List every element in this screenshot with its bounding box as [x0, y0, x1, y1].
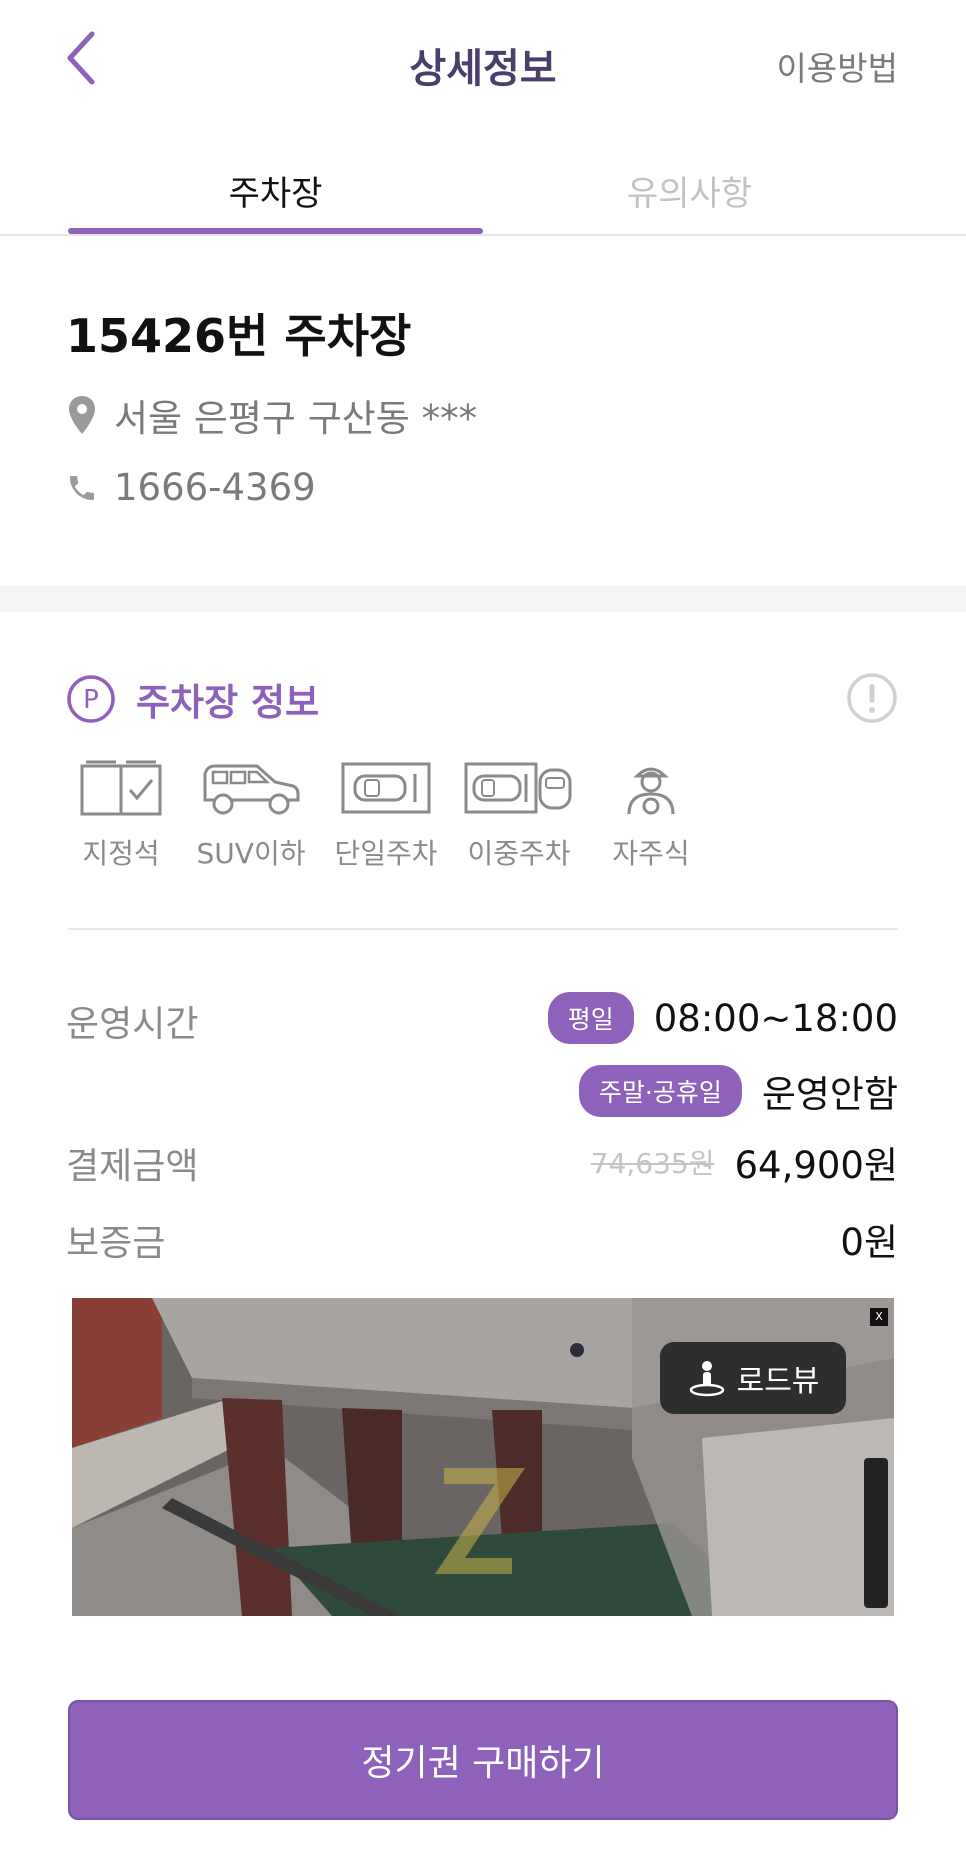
- feature-label: 단일주차: [334, 837, 438, 870]
- feature-label: SUV이하: [196, 837, 306, 870]
- photo-close-button[interactable]: X: [870, 1308, 888, 1326]
- active-tab-indicator: [68, 228, 483, 234]
- feature-list: 지정석 SUV이하 단일주차 이중주차 자주식: [56, 760, 716, 880]
- suv-icon: [203, 764, 300, 815]
- address-row: 서울 은평구 구산동 ***: [66, 388, 477, 442]
- feature-suv: SUV이하: [186, 760, 316, 872]
- feature-label: 자주식: [612, 837, 690, 870]
- lot-name: 15426번 주차장: [66, 309, 412, 363]
- weekday-hours-row: 평일 08:00~18:00: [547, 992, 898, 1044]
- deposit-value: 0원: [840, 1221, 898, 1264]
- location-pin-icon: [66, 395, 98, 435]
- phone-icon: [66, 468, 98, 508]
- roadview-button[interactable]: 로드뷰: [660, 1342, 846, 1414]
- feature-double-parking: 이중주차: [454, 760, 584, 872]
- discounted-price: 64,900원: [734, 1144, 898, 1187]
- roadview-label: 로드뷰: [736, 1364, 820, 1399]
- usage-guide-link[interactable]: 이용방법: [777, 42, 898, 90]
- self-parking-icon: [627, 767, 675, 815]
- feature-reserved-seat: 지정석: [56, 760, 186, 872]
- svg-text:P: P: [83, 685, 99, 715]
- double-parking-icon: [464, 762, 572, 814]
- single-parking-icon: [341, 762, 431, 814]
- deposit-label: 보증금: [66, 1223, 166, 1264]
- section-divider: [0, 586, 966, 612]
- info-divider: [68, 928, 898, 930]
- buy-pass-button[interactable]: 정기권 구매하기: [68, 1700, 898, 1820]
- hours-label: 운영시간: [66, 1004, 199, 1045]
- feature-label: 지정석: [82, 837, 160, 870]
- info-section-header: P 주차장 정보: [66, 672, 319, 726]
- deposit-row: 0원: [840, 1212, 898, 1266]
- header: 상세정보 이용방법: [0, 0, 966, 130]
- payment-label: 결제금액: [66, 1146, 199, 1187]
- reserved-seat-icon: [80, 760, 162, 816]
- feature-self-parking: 자주식: [586, 760, 716, 872]
- tab-notes[interactable]: 유의사항: [482, 166, 897, 215]
- tab-bar: 주차장 유의사항: [0, 150, 966, 236]
- address-text: 서울 은평구 구산동 ***: [114, 397, 478, 440]
- info-section-title: 주차장 정보: [136, 681, 320, 724]
- tab-parking-lot[interactable]: 주차장: [68, 166, 483, 215]
- weekend-hours-row: 주말·공휴일 운영안함: [578, 1064, 898, 1118]
- map-controls[interactable]: [864, 1458, 888, 1608]
- phone-number[interactable]: 1666-4369: [114, 466, 316, 509]
- parking-p-icon: P: [67, 675, 115, 723]
- roadview-photo[interactable]: 로드뷰 X: [72, 1298, 894, 1616]
- feature-label: 이중주차: [467, 837, 571, 870]
- weekday-hours: 08:00~18:00: [653, 996, 898, 1040]
- weekend-hours: 운영안함: [761, 1073, 898, 1116]
- exclamation-info-icon[interactable]: [846, 672, 898, 724]
- weekend-badge: 주말·공휴일: [578, 1065, 742, 1117]
- phone-row[interactable]: 1666-4369: [66, 466, 316, 509]
- feature-single-parking: 단일주차: [321, 760, 451, 872]
- original-price: 74,635원: [590, 1147, 715, 1180]
- payment-row: 74,635원 64,900원: [591, 1135, 898, 1189]
- weekday-badge: 평일: [547, 992, 634, 1044]
- person-pin-icon: [689, 1361, 724, 1397]
